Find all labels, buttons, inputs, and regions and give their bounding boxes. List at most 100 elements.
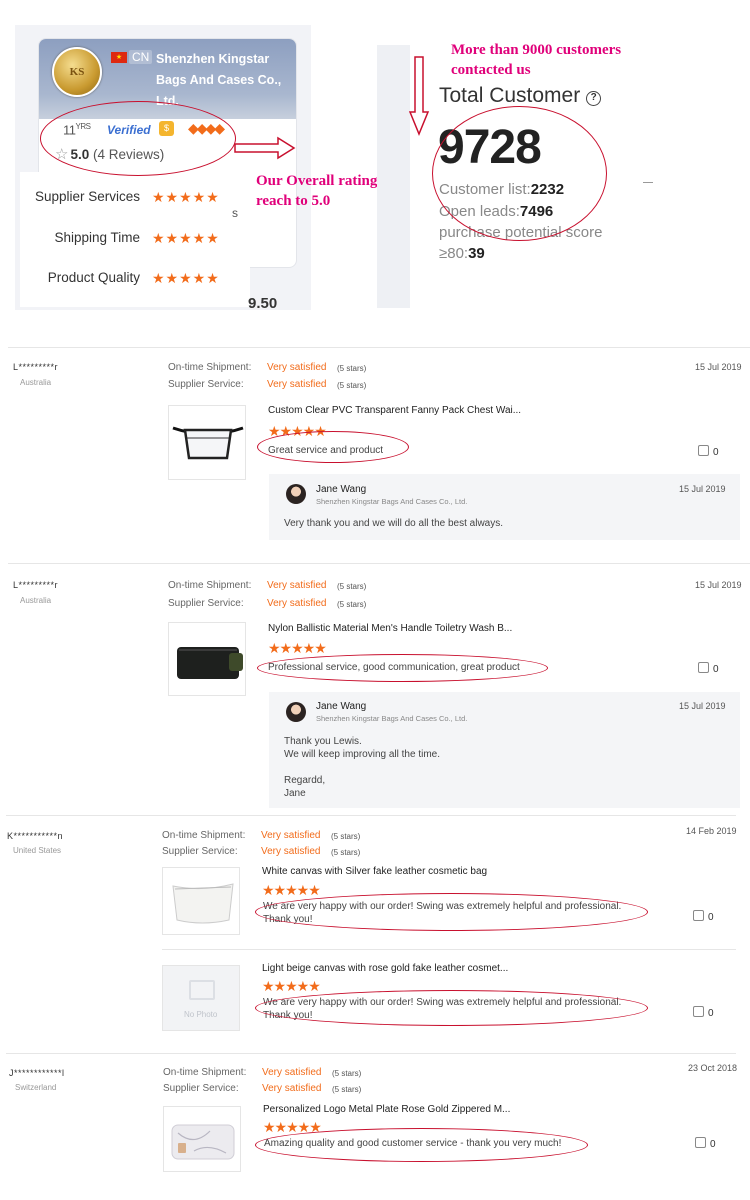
highlight-oval (257, 654, 548, 682)
customers-annotation: More than 9000 customers contacted us (451, 42, 622, 78)
divider (6, 1053, 736, 1054)
avatar (286, 702, 306, 722)
total-customer-title: Total Customer? (439, 84, 602, 108)
product-title[interactable]: White canvas with Silver fake leather co… (262, 866, 487, 877)
supplier-service-rating: Very satisfied (267, 379, 327, 390)
ontime-label: On-time Shipment: (163, 1067, 247, 1078)
score-label: Supplier Services (34, 189, 140, 204)
ontime-rating: Very satisfied (262, 1067, 322, 1078)
reviewer-name: L*********r (13, 580, 59, 590)
clipped-text-fragment: s (232, 206, 238, 220)
product-title[interactable]: Light beige canvas with rose gold fake l… (262, 963, 508, 974)
like-button[interactable]: 0 (698, 662, 719, 675)
highlight-oval (432, 106, 607, 241)
like-button[interactable]: 0 (693, 910, 714, 923)
reply-text-line: Regardd, (284, 775, 326, 786)
like-count: 0 (708, 1008, 714, 1019)
ontime-stars: (5 stars) (331, 832, 361, 841)
arrow-icon (408, 56, 430, 136)
star-icon: ★★★★★ (262, 978, 321, 994)
reply-author: Jane Wang (316, 701, 367, 712)
purchase-potential-stat: ≥80:39 (439, 245, 485, 262)
star-icon: ★★★★★ (152, 270, 220, 286)
toiletry-bag-image (177, 647, 243, 679)
product-thumbnail[interactable] (162, 867, 240, 935)
reply-date: 15 Jul 2019 (679, 484, 726, 494)
like-count: 0 (713, 664, 719, 675)
divider (643, 182, 653, 183)
review-date: 14 Feb 2019 (686, 826, 737, 836)
reply-company: Shenzhen Kingstar Bags And Cases Co., Lt… (316, 714, 468, 723)
score-label: Product Quality (47, 270, 140, 285)
cosmetic-bag-image (172, 883, 234, 924)
reviewer-country: Australia (20, 596, 52, 605)
reviewer-country: Switzerland (15, 1083, 57, 1092)
product-title[interactable]: Custom Clear PVC Transparent Fanny Pack … (268, 405, 521, 416)
supplier-service-label: Supplier Service: (162, 846, 238, 857)
reviewer-country: Australia (20, 378, 52, 387)
ontime-stars: (5 stars) (337, 364, 367, 373)
like-button[interactable]: 0 (698, 445, 719, 458)
score-breakdown: Supplier Services ★★★★★ Shipping Time ★★… (20, 172, 250, 307)
divider (6, 815, 736, 816)
total-customer-side-panel (377, 45, 410, 308)
avatar (286, 484, 306, 504)
page: KS ★ CN Shenzhen Kingstar Bags And Cases… (0, 0, 750, 1200)
ontime-label: On-time Shipment: (168, 580, 252, 591)
divider (8, 347, 750, 348)
like-count: 0 (710, 1139, 716, 1150)
like-count: 0 (708, 912, 714, 923)
supplier-service-label: Supplier Service: (163, 1083, 239, 1094)
ontime-stars: (5 stars) (337, 582, 367, 591)
arrow-icon (234, 136, 296, 160)
review-date: 15 Jul 2019 (695, 362, 742, 372)
ontime-label: On-time Shipment: (168, 362, 252, 373)
supplier-name[interactable]: Shenzhen Kingstar Bags And Cases Co., Lt… (156, 49, 296, 112)
like-count: 0 (713, 447, 719, 458)
clipped-price-fragment: 9.50 (248, 295, 278, 312)
thumb-up-icon (693, 910, 704, 921)
divider (162, 949, 736, 950)
like-button[interactable]: 0 (695, 1137, 716, 1150)
marble-bag-image (171, 1124, 235, 1160)
supplier-service-stars: (5 stars) (331, 848, 361, 857)
star-icon: ★★★★★ (152, 230, 220, 246)
thumb-up-icon (693, 1006, 704, 1017)
ontime-rating: Very satisfied (267, 362, 327, 373)
purchase-prefix: ≥80: (439, 245, 469, 262)
reply-date: 15 Jul 2019 (679, 701, 726, 711)
highlight-oval (255, 893, 648, 931)
ontime-label: On-time Shipment: (162, 830, 246, 841)
like-button[interactable]: 0 (693, 1006, 714, 1019)
highlight-oval (40, 101, 236, 176)
product-thumbnail[interactable] (168, 405, 246, 480)
reviewer-name: L*********r (13, 362, 59, 372)
divider (8, 563, 750, 564)
product-title[interactable]: Personalized Logo Metal Plate Rose Gold … (263, 1104, 510, 1115)
supplier-service-stars: (5 stars) (332, 1085, 362, 1094)
supplier-service-stars: (5 stars) (337, 600, 367, 609)
supplier-service-rating: Very satisfied (262, 1083, 322, 1094)
supplier-service-rating: Very satisfied (261, 846, 321, 857)
supplier-service-label: Supplier Service: (168, 598, 244, 609)
supplier-service-stars: (5 stars) (337, 381, 367, 390)
fanny-pack-image (172, 426, 244, 460)
ontime-rating: Very satisfied (267, 580, 327, 591)
reply-text-line: Jane (284, 788, 306, 799)
reviewer-name: J************l (9, 1068, 65, 1078)
star-icon: ★★★★★ (152, 189, 220, 205)
thumb-up-icon (698, 445, 709, 456)
ontime-stars: (5 stars) (332, 1069, 362, 1078)
product-thumbnail[interactable]: No Photo (162, 965, 240, 1031)
product-thumbnail[interactable] (163, 1106, 241, 1172)
help-icon[interactable]: ? (586, 91, 602, 106)
highlight-oval (255, 1128, 588, 1162)
reviewer-country: United States (13, 846, 62, 855)
product-thumbnail[interactable] (168, 622, 246, 696)
country-code: CN (129, 50, 153, 64)
thumb-up-icon (695, 1137, 706, 1148)
star-icon: ★★★★★ (262, 882, 321, 898)
product-title[interactable]: Nylon Ballistic Material Men's Handle To… (268, 623, 512, 634)
review-date: 23 Oct 2018 (688, 1063, 738, 1073)
reviewer-name: K***********n (7, 831, 64, 841)
